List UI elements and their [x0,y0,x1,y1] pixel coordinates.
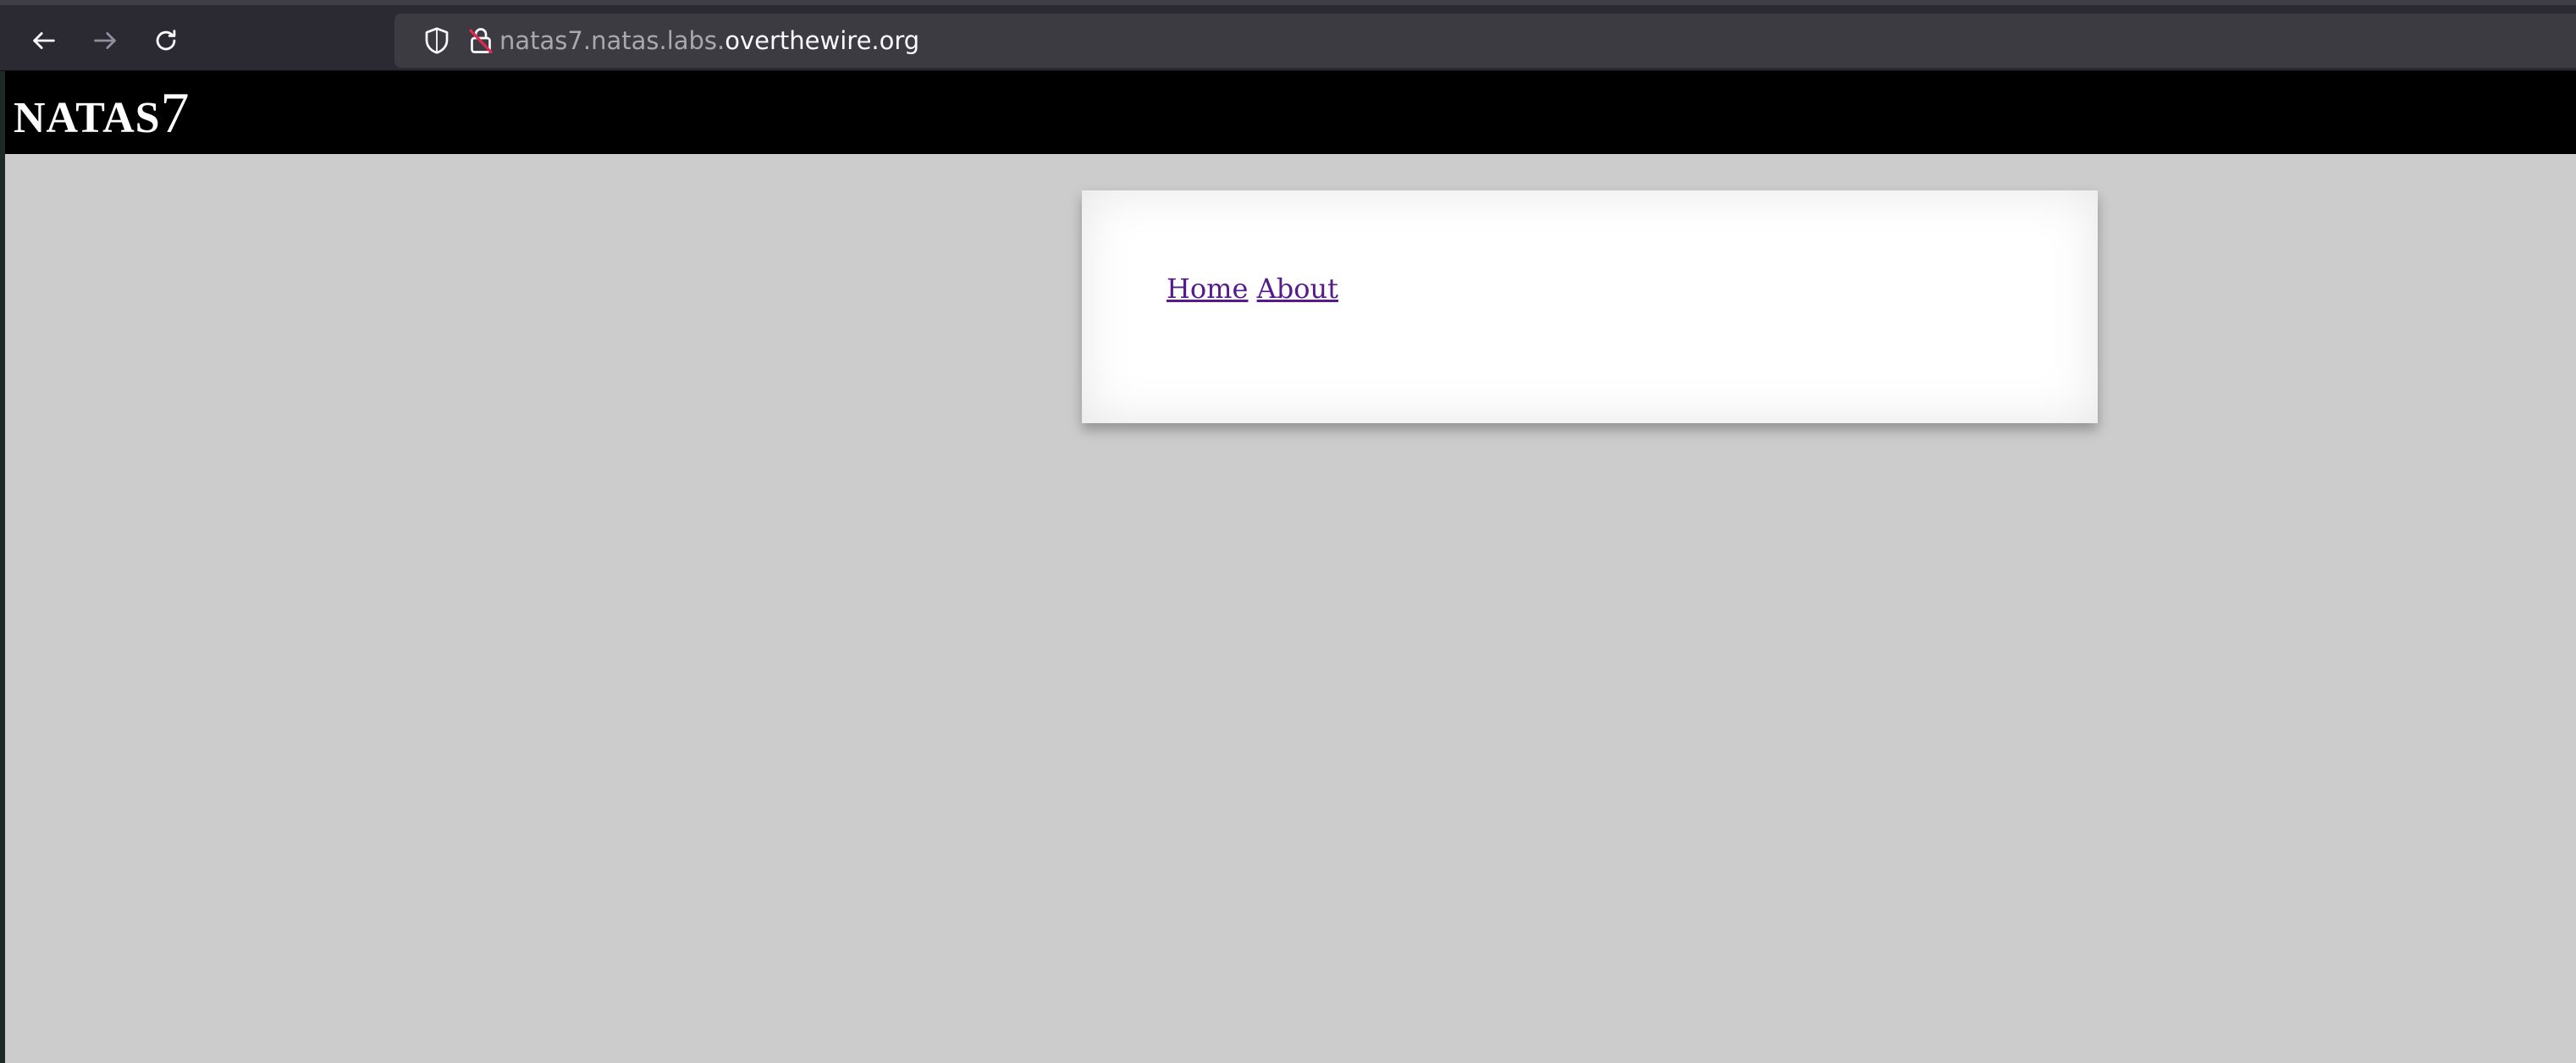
reload-button[interactable] [146,20,186,61]
url-bar[interactable]: natas7.natas.labs.overthewire.org [394,14,2576,68]
url-domain: overthewire.org [725,26,920,55]
arrow-left-icon [33,32,55,49]
browser-toolbar: natas7.natas.labs.overthewire.org [0,0,2576,71]
arrow-right-icon [94,32,116,49]
reload-icon [156,30,176,51]
shield-icon[interactable] [422,25,452,56]
desktop-edge [0,0,5,1063]
url-text[interactable]: natas7.natas.labs.overthewire.org [499,24,919,58]
back-button[interactable] [24,20,64,61]
forward-button[interactable] [85,20,125,61]
lock-insecure-icon[interactable] [466,25,496,56]
page-title-prefix: NATAS [14,94,161,142]
page-header: NATAS7 [5,71,2576,154]
about-link[interactable]: About [1257,273,1338,305]
content-box: Home About [1082,190,2098,423]
nav-links: Home About [1167,272,1338,306]
home-link[interactable]: Home [1167,273,1248,305]
page-title: NATAS7 [14,76,190,155]
url-subdomain: natas7.natas.labs. [499,26,725,55]
page-title-level: 7 [160,80,190,145]
